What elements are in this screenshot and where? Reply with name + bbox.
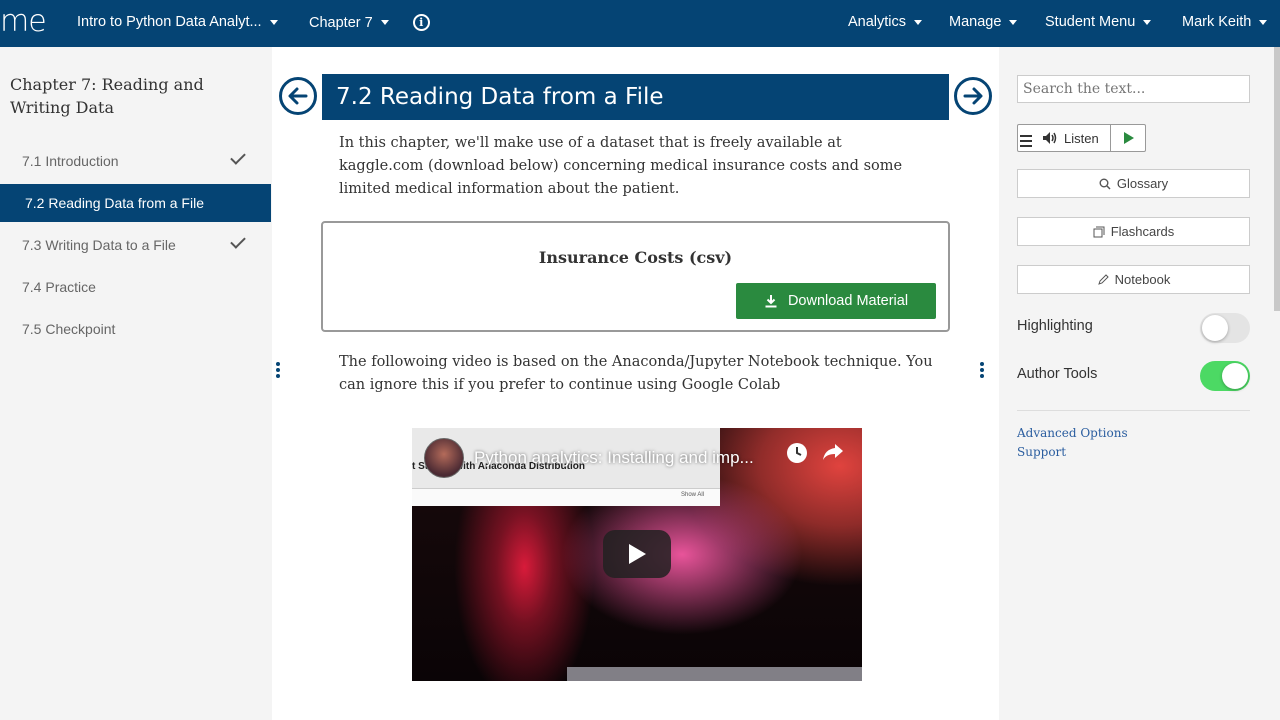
- flashcards-icon: [1093, 226, 1105, 237]
- manage-menu-label: Manage: [949, 14, 1002, 30]
- advanced-options-link[interactable]: Advanced Options: [1017, 426, 1128, 440]
- chapter-sidebar: Chapter 7: Reading and Writing Data 7.1 …: [0, 47, 272, 720]
- share-icon[interactable]: [822, 442, 844, 468]
- chevron-down-icon: [1143, 19, 1152, 25]
- channel-avatar[interactable]: [424, 438, 464, 478]
- toc-item-7-5[interactable]: 7.5 Checkpoint: [0, 310, 271, 348]
- menu-icon[interactable]: [1020, 135, 1032, 147]
- top-navbar: me Intro to Python Data Analyt... Chapte…: [0, 0, 1280, 47]
- toc-item-7-2[interactable]: 7.2 Reading Data from a File: [0, 184, 271, 222]
- main-content: 7.2 Reading Data from a File In this cha…: [272, 58, 999, 720]
- block-options-right-icon[interactable]: [980, 362, 984, 378]
- section-title: 7.2 Reading Data from a File: [322, 74, 949, 120]
- search-text-input[interactable]: [1017, 75, 1250, 103]
- video-dock-strip: [567, 667, 862, 681]
- user-name: Mark Keith: [1182, 14, 1252, 30]
- info-icon[interactable]: i: [412, 14, 430, 31]
- glossary-label: Glossary: [1116, 176, 1169, 191]
- arrow-left-icon: [288, 87, 308, 105]
- toc-item-7-1[interactable]: 7.1 Introduction: [0, 142, 271, 180]
- block-options-left-icon[interactable]: [276, 362, 280, 378]
- chevron-down-icon: [1259, 19, 1268, 25]
- play-button[interactable]: [603, 530, 671, 578]
- author-tools-label: Author Tools: [1017, 366, 1098, 382]
- student-menu-label: Student Menu: [1045, 14, 1136, 30]
- chapter-menu-label: Chapter 7: [309, 14, 373, 31]
- toc-item-7-3[interactable]: 7.3 Writing Data to a File: [0, 226, 271, 264]
- chevron-down-icon: [269, 19, 278, 25]
- arrow-right-icon: [963, 87, 983, 105]
- checkmark-icon: [230, 233, 246, 249]
- flashcards-label: Flashcards: [1110, 224, 1175, 239]
- search-icon: [1099, 178, 1111, 190]
- toc-item-label: 7.4 Practice: [22, 279, 96, 295]
- scrollbar[interactable]: [1274, 47, 1280, 311]
- video-note-paragraph: The followoing video is based on the Ana…: [339, 354, 933, 393]
- analytics-menu-label: Analytics: [848, 14, 907, 30]
- previous-section-button[interactable]: [279, 77, 317, 115]
- video-title[interactable]: Python analytics: Installing and imp...: [474, 448, 754, 468]
- app-logo[interactable]: me: [0, 4, 47, 39]
- tools-panel: Listen Glossary Flashcards Notebook High…: [999, 47, 1280, 720]
- chapter-menu[interactable]: Chapter 7 i: [309, 14, 430, 31]
- author-tools-toggle[interactable]: [1200, 361, 1250, 391]
- play-icon[interactable]: [1123, 132, 1135, 144]
- student-menu[interactable]: Student Menu: [1045, 14, 1152, 30]
- toc-item-label: 7.5 Checkpoint: [22, 321, 116, 337]
- intro-paragraph: In this chapter, we'll make use of a dat…: [339, 135, 903, 197]
- analytics-menu[interactable]: Analytics: [848, 14, 923, 30]
- manage-menu[interactable]: Manage: [949, 14, 1018, 30]
- notebook-label: Notebook: [1114, 272, 1171, 287]
- course-menu-label: Intro to Python Data Analyt...: [77, 14, 262, 30]
- toc-item-label: 7.2 Reading Data from a File: [25, 195, 204, 211]
- watch-later-icon[interactable]: [787, 443, 807, 463]
- flashcards-button[interactable]: Flashcards: [1017, 217, 1250, 246]
- chevron-down-icon: [1009, 19, 1018, 25]
- chapter-title: Chapter 7: Reading and Writing Data: [10, 75, 204, 117]
- glossary-button[interactable]: Glossary: [1017, 169, 1250, 198]
- download-material-button[interactable]: Download Material: [736, 283, 936, 319]
- user-menu[interactable]: Mark Keith: [1182, 14, 1268, 30]
- next-section-button[interactable]: [954, 77, 992, 115]
- notebook-button[interactable]: Notebook: [1017, 265, 1250, 294]
- chevron-down-icon: [914, 19, 923, 25]
- toc-item-7-4[interactable]: 7.4 Practice: [0, 268, 271, 306]
- chevron-down-icon: [380, 20, 389, 25]
- download-button-label: Download Material: [787, 293, 909, 309]
- embedded-video-player[interactable]: t Started with Anaconda Distribution Sho…: [412, 428, 862, 681]
- toc-item-label: 7.1 Introduction: [22, 153, 119, 169]
- pencil-icon: [1097, 273, 1109, 285]
- panel-divider: [1017, 410, 1250, 411]
- checkmark-icon: [230, 149, 246, 165]
- listen-control[interactable]: Listen: [1017, 124, 1146, 152]
- support-link[interactable]: Support: [1017, 445, 1066, 459]
- highlighting-label: Highlighting: [1017, 318, 1093, 334]
- download-material-card: Insurance Costs (csv) Download Material: [321, 221, 950, 332]
- show-all-label: Show All: [680, 492, 704, 498]
- download-icon: [765, 295, 777, 308]
- highlighting-toggle[interactable]: [1200, 313, 1250, 343]
- course-menu[interactable]: Intro to Python Data Analyt...: [77, 14, 278, 30]
- speaker-icon: [1043, 132, 1057, 144]
- toc-item-label: 7.3 Writing Data to a File: [22, 237, 176, 253]
- play-icon: [629, 544, 646, 564]
- material-title: Insurance Costs (csv): [538, 248, 733, 267]
- listen-label: Listen: [1064, 131, 1099, 146]
